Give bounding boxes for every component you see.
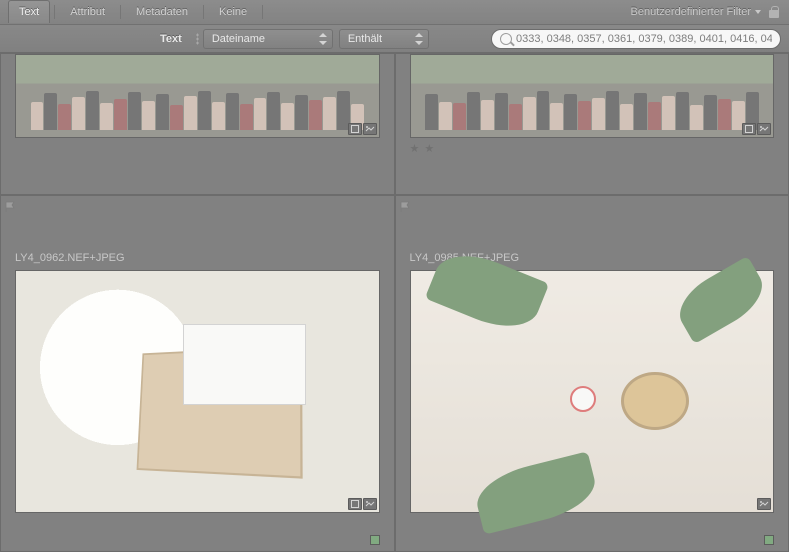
tab-separator bbox=[262, 5, 263, 19]
tab-separator bbox=[54, 5, 55, 19]
develop-badge-icon bbox=[363, 123, 377, 135]
stepper-icon bbox=[412, 31, 426, 47]
flag-icon[interactable] bbox=[5, 200, 17, 212]
chevron-down-icon bbox=[755, 10, 761, 14]
flag-icon[interactable] bbox=[400, 200, 412, 212]
develop-badge-icon bbox=[757, 498, 771, 510]
tab-metadata[interactable]: Metadaten bbox=[125, 0, 199, 23]
tab-separator bbox=[120, 5, 121, 19]
thumbnail-image[interactable] bbox=[15, 270, 380, 513]
grid-cell[interactable] bbox=[0, 53, 395, 195]
grid-cell[interactable]: LY4_0962.NEF+JPEG bbox=[0, 195, 395, 552]
rating-stars[interactable]: ★ ★ bbox=[410, 142, 775, 155]
color-label[interactable] bbox=[370, 535, 380, 545]
text-filter-bar: Text Dateiname Enthält bbox=[0, 25, 789, 53]
thumbnail-image[interactable] bbox=[15, 54, 380, 138]
crop-badge-icon bbox=[348, 123, 362, 135]
search-icon bbox=[500, 33, 512, 45]
thumbnail-image[interactable] bbox=[410, 54, 775, 138]
tab-attribute[interactable]: Attribut bbox=[59, 0, 116, 23]
tab-none[interactable]: Keine bbox=[208, 0, 258, 23]
grid-cell[interactable]: LY4_0985.NEF+JPEG bbox=[395, 195, 789, 552]
custom-filter-label: Benutzerdefinierter Filter bbox=[631, 6, 751, 18]
filter-search-field[interactable] bbox=[491, 29, 781, 49]
lock-icon[interactable] bbox=[767, 5, 781, 19]
custom-filter-dropdown[interactable]: Benutzerdefinierter Filter bbox=[631, 6, 761, 18]
filter-field-value: Dateiname bbox=[212, 33, 265, 45]
filter-rule-select[interactable]: Enthält bbox=[339, 29, 429, 49]
filter-rule-value: Enthält bbox=[348, 33, 382, 45]
tab-text[interactable]: Text bbox=[8, 0, 50, 23]
crop-badge-icon bbox=[742, 123, 756, 135]
thumbnail-image[interactable] bbox=[410, 270, 775, 513]
thumbnail-grid: ★ ★ LY4_0962.NEF+JPEG LY4_0985.NEF+JPEG bbox=[0, 53, 789, 552]
tab-separator bbox=[203, 5, 204, 19]
crop-badge-icon bbox=[348, 498, 362, 510]
color-label[interactable] bbox=[764, 535, 774, 545]
develop-badge-icon bbox=[757, 123, 771, 135]
filter-tabs-bar: Text Attribut Metadaten Keine Benutzerde… bbox=[0, 0, 789, 25]
thumbnail-filename: LY4_0962.NEF+JPEG bbox=[15, 252, 380, 264]
search-input[interactable] bbox=[516, 33, 772, 45]
develop-badge-icon bbox=[363, 498, 377, 510]
filter-field-select[interactable]: Dateiname bbox=[203, 29, 333, 49]
divider-icon bbox=[196, 33, 199, 45]
filter-tabs: Text Attribut Metadaten Keine bbox=[8, 0, 267, 24]
stepper-icon bbox=[316, 31, 330, 47]
grid-cell[interactable]: ★ ★ bbox=[395, 53, 789, 195]
filter-label: Text bbox=[0, 33, 192, 45]
